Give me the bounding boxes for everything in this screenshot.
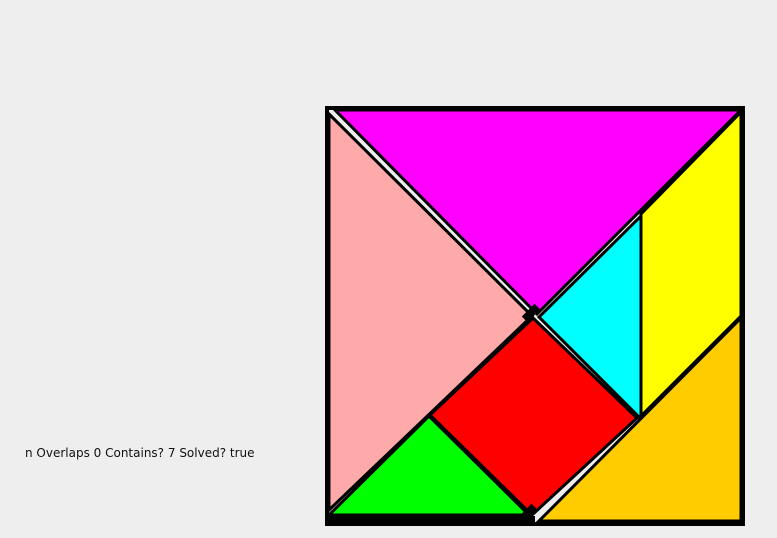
tangram-board — [325, 106, 745, 526]
puzzle-base-bar — [327, 516, 535, 526]
